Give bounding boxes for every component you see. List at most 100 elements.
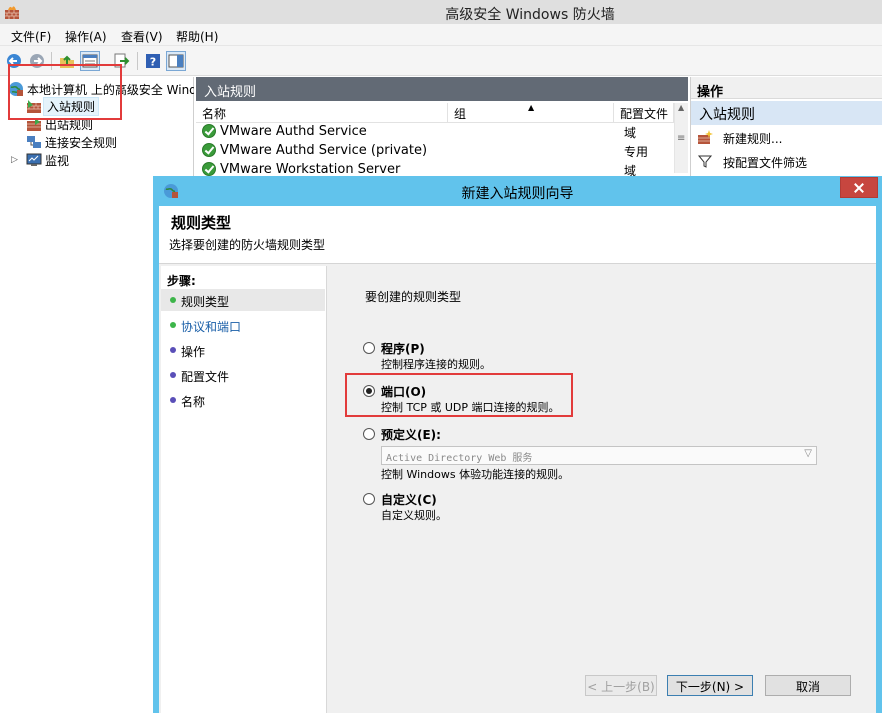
- actions-section-inbound-rules[interactable]: 入站规则: [691, 101, 882, 125]
- enabled-check-icon: [202, 162, 216, 176]
- tree-root-label: 本地计算机 上的高级安全 Windows 防火墙: [27, 83, 194, 97]
- new-inbound-rule-wizard: 新建入站规则向导 规则类型 选择要创建的防火墙规则类型 步骤: 规则类型 协议和…: [153, 176, 882, 713]
- tree-item-connection-security-rules[interactable]: 连接安全规则: [26, 133, 166, 151]
- dialog-close-button[interactable]: [840, 177, 878, 198]
- rule-type-prompt: 要创建的规则类型: [365, 290, 462, 304]
- step-label: 协议和端口: [181, 320, 242, 334]
- enabled-check-icon: [202, 143, 216, 157]
- cancel-button[interactable]: 取消: [765, 675, 851, 696]
- rule-profile: 域: [624, 126, 637, 140]
- filter-by-profile-action[interactable]: 按配置文件筛选: [697, 151, 877, 171]
- radio-program[interactable]: [363, 342, 375, 354]
- connection-security-icon: [27, 136, 41, 148]
- step-label: 规则类型: [181, 295, 230, 309]
- tree-item-label: 监视: [45, 154, 70, 168]
- filter-icon: [697, 155, 713, 168]
- step-bullet-icon: [170, 322, 176, 328]
- option-predefined[interactable]: 预定义(E):: [363, 426, 823, 442]
- rule-name: VMware Workstation Server: [220, 162, 401, 177]
- option-port[interactable]: 端口(O) 控制 TCP 或 UDP 端口连接的规则。: [363, 383, 783, 417]
- wizard-page-subtitle: 选择要创建的防火墙规则类型: [169, 238, 326, 252]
- tree-item-outbound-rules[interactable]: 出站规则: [26, 115, 166, 133]
- rule-name: VMware Authd Service (private): [220, 143, 428, 158]
- option-label: 自定义(C): [381, 493, 437, 507]
- next-button[interactable]: 下一步(N) >: [667, 675, 753, 696]
- radio-port[interactable]: [363, 385, 375, 397]
- option-description: 控制 TCP 或 UDP 端口连接的规则。: [381, 401, 560, 414]
- option-description: 控制程序连接的规则。: [381, 358, 491, 371]
- tree-root[interactable]: 本地计算机 上的高级安全 Windows 防火墙: [8, 80, 194, 98]
- new-rule-action[interactable]: 新建规则...: [697, 127, 877, 147]
- column-header-name[interactable]: 名称: [196, 103, 448, 123]
- option-description: 自定义规则。: [381, 509, 447, 522]
- column-header-profile[interactable]: 配置文件: [614, 103, 674, 123]
- sort-arrow-icon: ▲: [528, 103, 535, 112]
- column-header-group-label: 组: [454, 107, 467, 121]
- radio-custom[interactable]: [363, 493, 375, 505]
- step-bullet-icon: [170, 297, 176, 303]
- back-icon[interactable]: [4, 51, 24, 71]
- step-rule-type[interactable]: 规则类型: [161, 289, 325, 311]
- step-label: 配置文件: [181, 370, 230, 384]
- option-program[interactable]: 程序(P) 控制程序连接的规则。: [363, 340, 783, 374]
- expand-chevron-icon[interactable]: ▷: [11, 155, 19, 165]
- step-bullet-icon: [170, 372, 176, 378]
- tree-item-inbound-rules[interactable]: 入站规则: [26, 97, 166, 116]
- scroll-up-arrow-icon[interactable]: ▲: [678, 103, 684, 112]
- tree-item-label: 连接安全规则: [45, 136, 118, 150]
- predefined-select-value: Active Directory Web 服务: [386, 453, 533, 464]
- step-action[interactable]: 操作: [161, 339, 325, 361]
- svg-text:?: ?: [150, 56, 156, 69]
- center-pane-header: 入站规则: [196, 77, 688, 101]
- show-action-pane-icon[interactable]: [166, 51, 186, 71]
- step-profile[interactable]: 配置文件: [161, 364, 325, 386]
- window-titlebar: 高级安全 Windows 防火墙: [0, 0, 882, 24]
- option-label: 预定义(E):: [381, 428, 441, 442]
- table-row[interactable]: VMware Authd Service (private) 专用: [200, 141, 680, 160]
- step-name[interactable]: 名称: [161, 389, 325, 411]
- back-button[interactable]: < 上一步(B): [585, 675, 657, 696]
- inbound-rules-icon: [27, 100, 41, 113]
- menu-action[interactable]: 操作(A): [65, 28, 107, 45]
- tree-item-label: 入站规则: [43, 97, 100, 116]
- up-folder-icon[interactable]: [57, 51, 77, 71]
- action-label: 新建规则...: [723, 132, 783, 146]
- predefined-rules-select[interactable]: Active Directory Web 服务 ▽: [381, 446, 817, 465]
- step-label: 名称: [181, 395, 206, 409]
- step-bullet-icon: [170, 347, 176, 353]
- step-label: 操作: [181, 345, 206, 359]
- column-header-group[interactable]: 组 ▲: [448, 103, 614, 123]
- step-protocol-and-ports[interactable]: 协议和端口: [161, 314, 325, 336]
- predefined-description: 控制 Windows 体验功能连接的规则。: [381, 468, 570, 481]
- dialog-title: 新建入站规则向导: [461, 186, 574, 202]
- monitoring-icon: [26, 153, 42, 166]
- option-custom[interactable]: 自定义(C) 自定义规则。: [363, 491, 783, 525]
- steps-title: 步骤:: [167, 274, 196, 288]
- tree-item-monitoring[interactable]: 监视: [26, 151, 166, 169]
- show-hide-console-tree-icon[interactable]: [80, 51, 100, 71]
- wizard-header: 规则类型 选择要创建的防火墙规则类型: [159, 206, 876, 264]
- forward-icon[interactable]: [27, 51, 47, 71]
- rule-profile: 专用: [624, 145, 649, 159]
- chevron-down-icon[interactable]: ▽: [804, 448, 812, 459]
- menu-bar: 文件(F) 操作(A) 查看(V) 帮助(H): [0, 24, 882, 46]
- dialog-client-area: 规则类型 选择要创建的防火墙规则类型 步骤: 规则类型 协议和端口 操作 配置文…: [159, 206, 876, 713]
- table-row[interactable]: VMware Authd Service 域: [200, 122, 680, 141]
- menu-view[interactable]: 查看(V): [121, 28, 163, 45]
- wizard-page-title: 规则类型: [171, 214, 232, 232]
- firewall-globe-icon: [9, 82, 23, 96]
- wizard-main-area: 要创建的规则类型 程序(P) 控制程序连接的规则。 端口(O) 控制 TCP 或…: [331, 266, 874, 713]
- option-label: 端口(O): [381, 385, 427, 399]
- toolbar: ?: [0, 46, 882, 76]
- window-title: 高级安全 Windows 防火墙: [445, 7, 615, 23]
- rule-name: VMware Authd Service: [220, 124, 367, 139]
- menu-help[interactable]: 帮助(H): [176, 28, 218, 45]
- action-label: 按配置文件筛选: [723, 156, 808, 170]
- actions-pane-title: 操作: [691, 77, 882, 100]
- radio-predefined[interactable]: [363, 428, 375, 440]
- export-list-icon[interactable]: [111, 51, 131, 71]
- wizard-steps-panel: 步骤: 规则类型 协议和端口 操作 配置文件 名称: [161, 266, 327, 713]
- dialog-titlebar[interactable]: 新建入站规则向导: [153, 176, 882, 206]
- menu-file[interactable]: 文件(F): [11, 28, 51, 45]
- help-icon[interactable]: ?: [143, 51, 163, 71]
